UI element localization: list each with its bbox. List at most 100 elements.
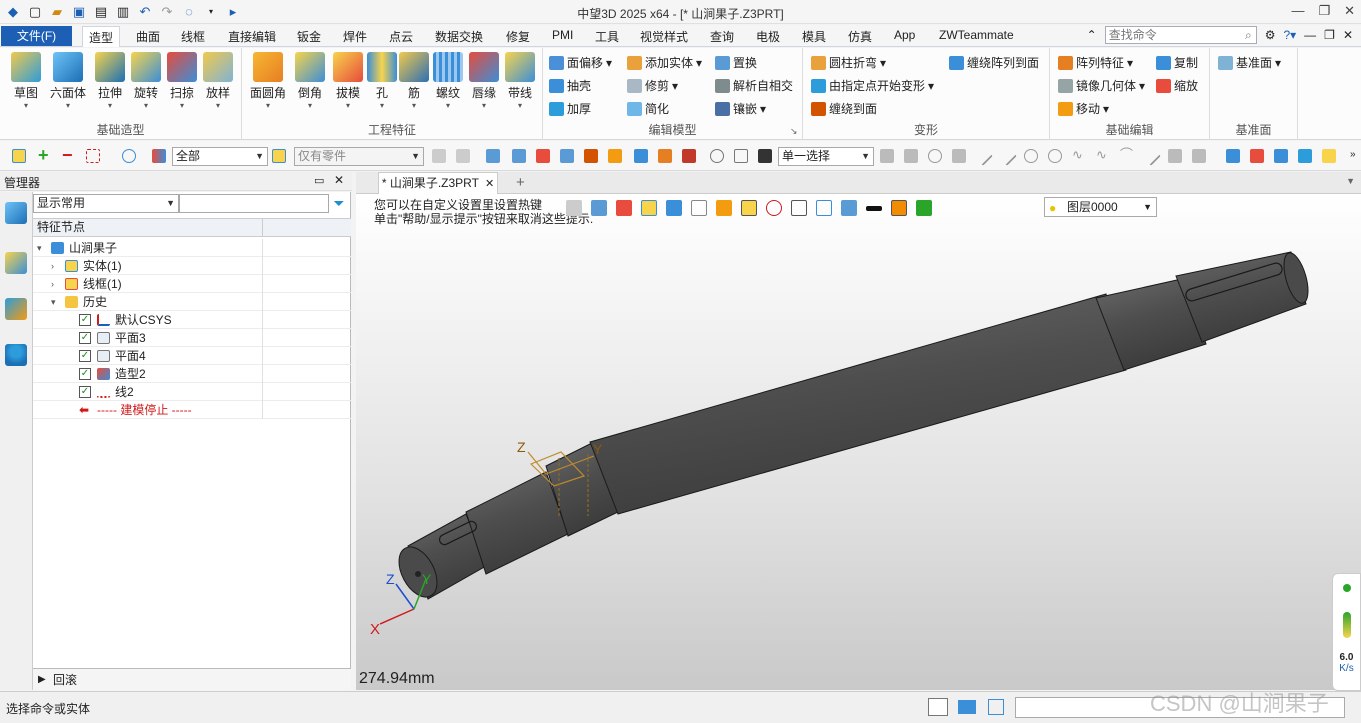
help-icon[interactable]: ?▾: [1283, 28, 1296, 42]
tree-row-history[interactable]: ▾ 历史: [33, 293, 351, 311]
datum-plane-button[interactable]: 基准面 ▾: [1218, 54, 1281, 71]
snap-wave-icon[interactable]: ∿: [1072, 148, 1086, 163]
file-menu[interactable]: 文件(F): [1, 26, 72, 46]
thread-button[interactable]: 螺纹 ▾: [428, 52, 468, 111]
self-intersect-button[interactable]: 解析自相交: [715, 77, 793, 94]
display-filter-dropdown[interactable]: 显示常用 ▼: [33, 194, 179, 213]
status-screen-icon[interactable]: [958, 700, 976, 714]
tool-d-icon[interactable]: [512, 149, 526, 163]
tool-l-icon[interactable]: [710, 149, 724, 163]
tool-i-icon[interactable]: [634, 149, 648, 163]
tree-row-root[interactable]: ▾ 山涧果子: [33, 239, 351, 257]
trim-button[interactable]: 修剪 ▾: [627, 77, 678, 94]
tab-mold[interactable]: 模具: [802, 28, 826, 45]
tab-close-icon[interactable]: ✕: [485, 178, 494, 190]
tree-row-plane4[interactable]: ✓ 平面4: [33, 347, 351, 365]
view-tab-icon[interactable]: [5, 298, 27, 320]
rollback-section[interactable]: ▶ 回滚: [33, 668, 351, 690]
view-a-icon[interactable]: [1226, 149, 1240, 163]
snap-line2-icon[interactable]: [997, 146, 1017, 166]
close-icon[interactable]: ✕: [1344, 3, 1355, 19]
tab-repair[interactable]: 修复: [506, 28, 530, 45]
view-e-icon[interactable]: [1322, 149, 1336, 163]
snap-a-icon[interactable]: [880, 149, 894, 163]
tab-sheetmetal[interactable]: 钣金: [297, 28, 321, 45]
snap-circle2-icon[interactable]: [1048, 149, 1062, 163]
tab-data-exchange[interactable]: 数据交换: [435, 28, 483, 45]
tool-h-icon[interactable]: [608, 149, 622, 163]
minimize-icon[interactable]: —: [1291, 3, 1304, 19]
tab-list-icon[interactable]: ▼: [1346, 176, 1355, 186]
move-button[interactable]: 移动 ▾: [1058, 100, 1109, 117]
restore-icon[interactable]: ❐: [1318, 3, 1330, 19]
tab-visual-style[interactable]: 视觉样式: [640, 28, 688, 45]
tab-query[interactable]: 查询: [710, 28, 734, 45]
revolve-button[interactable]: 旋转 ▾: [126, 52, 166, 111]
visibility-checkbox[interactable]: ✓: [79, 386, 91, 398]
wrap-to-face-button[interactable]: 缠绕到面: [811, 100, 877, 117]
shell-button[interactable]: 抽壳: [549, 77, 591, 94]
snap-arc-icon[interactable]: ⌒: [1120, 148, 1134, 163]
filter-icon[interactable]: [152, 149, 166, 163]
tool-a-icon[interactable]: [432, 149, 446, 163]
tree-row-wireframe[interactable]: › 线框(1): [33, 275, 351, 293]
lasso-select-icon[interactable]: [122, 149, 136, 163]
rollback-expand-icon[interactable]: ▶: [38, 669, 46, 691]
tree-row-solid[interactable]: › 实体(1): [33, 257, 351, 275]
tool-k-icon[interactable]: [682, 149, 696, 163]
tool-f-icon[interactable]: [560, 149, 574, 163]
panel-pin-icon[interactable]: ▭: [314, 174, 324, 187]
snap-f-icon[interactable]: [1192, 149, 1206, 163]
cylinder-bend-button[interactable]: 圆柱折弯 ▾: [811, 54, 886, 71]
visibility-checkbox[interactable]: ✓: [79, 314, 91, 326]
tool-b-icon[interactable]: [456, 149, 470, 163]
doc-tab-active[interactable]: * 山涧果子.Z3PRT ✕: [378, 172, 498, 194]
point-deform-button[interactable]: 由指定点开始变形 ▾: [811, 77, 934, 94]
pick-icon[interactable]: [12, 149, 26, 163]
doc-minimize-icon[interactable]: —: [1304, 28, 1316, 42]
chamfer-button[interactable]: 倒角 ▾: [290, 52, 330, 111]
box-button[interactable]: 六面体 ▾: [48, 52, 88, 111]
scale-button[interactable]: 缩放: [1156, 77, 1198, 94]
part-filter-icon[interactable]: [272, 149, 286, 163]
wrap-pattern-button[interactable]: 缠绕阵列到面: [949, 54, 1039, 71]
tool-j-icon[interactable]: [658, 149, 672, 163]
3d-viewport[interactable]: 您可以在自定义设置里设置热键 单击"帮助/显示提示"按钮来取消这些提示. ● 图层…: [356, 194, 1361, 690]
tree-row-line2[interactable]: ✓ 线2: [33, 383, 351, 401]
face-offset-button[interactable]: 面偏移 ▾: [549, 54, 612, 71]
tab-modeling[interactable]: 造型: [82, 26, 121, 47]
fillet-button[interactable]: 面圆角 ▾: [248, 52, 288, 111]
snap-line3-icon[interactable]: [1141, 146, 1161, 166]
replace-button[interactable]: 置换: [715, 54, 757, 71]
tool-n-icon[interactable]: [758, 149, 772, 163]
tab-app[interactable]: App: [894, 28, 915, 42]
strip-button[interactable]: 带线 ▾: [500, 52, 540, 111]
snap-circle-icon[interactable]: [1024, 149, 1038, 163]
inlay-button[interactable]: 镶嵌 ▾: [715, 100, 766, 117]
box-select-icon[interactable]: [86, 149, 100, 163]
tree-row-shape2[interactable]: ✓ 造型2: [33, 365, 351, 383]
tab-wireframe[interactable]: 线框: [181, 28, 205, 45]
tab-direct-edit[interactable]: 直接编辑: [228, 28, 276, 45]
status-toggle-a-icon[interactable]: [928, 698, 948, 716]
tab-point-cloud[interactable]: 点云: [389, 28, 413, 45]
lip-button[interactable]: 唇缘 ▾: [464, 52, 504, 111]
thicken-button[interactable]: 加厚: [549, 100, 591, 117]
user-tab-icon[interactable]: [5, 344, 27, 366]
assembly-tab-icon[interactable]: [5, 252, 27, 274]
remove-icon[interactable]: −: [62, 146, 76, 164]
view-c-icon[interactable]: [1274, 149, 1288, 163]
copy-button[interactable]: 复制: [1156, 54, 1198, 71]
visibility-checkbox[interactable]: ✓: [79, 350, 91, 362]
view-d-icon[interactable]: [1298, 149, 1312, 163]
search-icon[interactable]: ⌕: [1245, 27, 1252, 43]
pattern-feature-button[interactable]: 阵列特征 ▾: [1058, 54, 1133, 71]
add-solid-button[interactable]: 添加实体 ▾: [627, 54, 702, 71]
tree-row-csys[interactable]: ✓ 默认CSYS: [33, 311, 351, 329]
select-mode-dropdown[interactable]: 单一选择 ▼: [778, 147, 874, 166]
overflow-chevron-icon[interactable]: »: [1350, 149, 1356, 160]
panel-close-icon[interactable]: ✕: [334, 173, 344, 187]
snap-d-icon[interactable]: [952, 149, 966, 163]
tree-search-input[interactable]: [179, 194, 329, 213]
visibility-checkbox[interactable]: ✓: [79, 368, 91, 380]
